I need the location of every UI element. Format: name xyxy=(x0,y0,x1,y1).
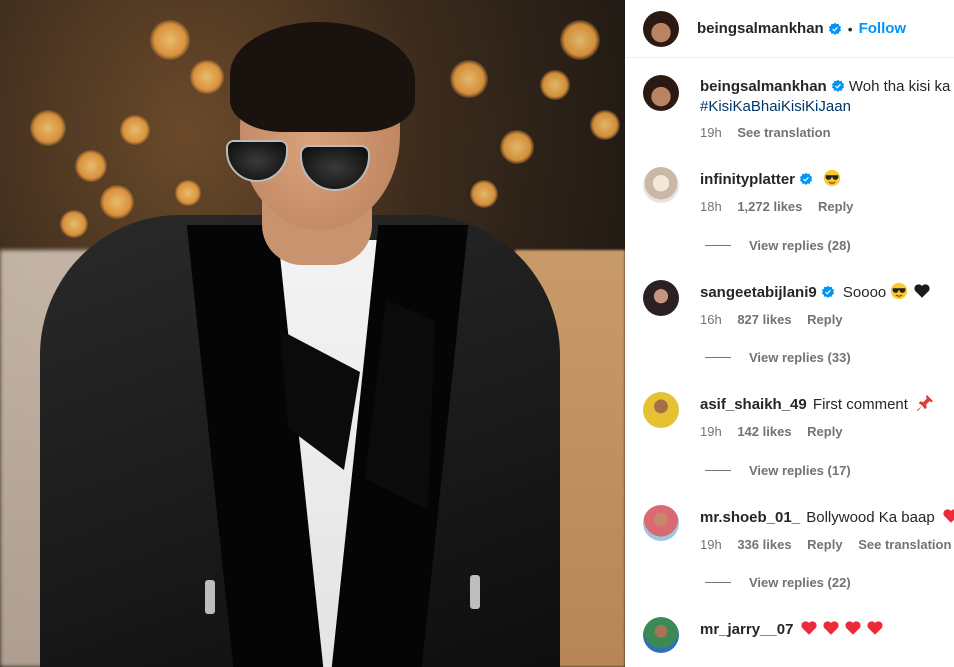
view-replies-button[interactable]: View replies (17) xyxy=(705,463,851,478)
replies-rule xyxy=(705,357,731,358)
comment-username[interactable]: mr_jarry__07 xyxy=(700,621,793,638)
follow-button[interactable]: Follow xyxy=(859,20,907,37)
comment-time[interactable]: 19h xyxy=(700,537,722,552)
view-replies-label[interactable]: View replies (33) xyxy=(749,350,851,365)
replies-rule xyxy=(705,470,731,471)
comment-likes[interactable]: 336 likes xyxy=(737,537,791,552)
red-heart-emoji-icon xyxy=(943,509,954,523)
comment-time[interactable]: 19h xyxy=(700,424,722,439)
comment-text: Soooo xyxy=(842,284,887,301)
post-photo[interactable] xyxy=(0,0,625,667)
caption-text: Woh tha kisi ka xyxy=(848,78,951,95)
caption-username[interactable]: beingsalmankhan xyxy=(700,78,827,95)
red-heart-emoji-icon xyxy=(845,621,861,635)
post-header: beingsalmankhan • Follow xyxy=(625,0,954,58)
comment-text: First comment xyxy=(812,396,908,413)
comment-username[interactable]: asif_shaikh_49 xyxy=(700,396,807,413)
comment-time[interactable]: 18h xyxy=(700,199,722,214)
comment-username[interactable]: mr.shoeb_01_ xyxy=(700,509,800,526)
red-heart-emoji-icon xyxy=(823,621,839,635)
comment-likes[interactable]: 1,272 likes xyxy=(737,199,802,214)
view-replies-label[interactable]: View replies (28) xyxy=(749,238,851,253)
avatar[interactable] xyxy=(643,280,679,316)
pushpin-emoji-icon xyxy=(917,394,934,412)
comment-text: Bollywood Ka baap xyxy=(806,509,935,526)
view-replies-label[interactable]: View replies (22) xyxy=(749,575,851,590)
replies-rule xyxy=(705,245,731,246)
avatar[interactable] xyxy=(643,392,679,428)
verified-badge-icon xyxy=(831,79,844,92)
view-replies-label[interactable]: View replies (17) xyxy=(749,463,851,478)
see-translation-button[interactable]: See translation xyxy=(858,537,951,552)
caption-hashtag[interactable]: #KisiKaBhaiKisiKiJaan xyxy=(700,97,954,117)
verified-badge-icon xyxy=(828,22,841,35)
reply-button[interactable]: Reply xyxy=(807,424,842,439)
avatar[interactable] xyxy=(643,75,679,111)
black-heart-emoji-icon xyxy=(914,284,930,298)
comment-likes[interactable]: 142 likes xyxy=(737,424,791,439)
view-replies-button[interactable]: View replies (28) xyxy=(705,238,851,253)
view-replies-button[interactable]: View replies (33) xyxy=(705,350,851,365)
reply-button[interactable]: Reply xyxy=(818,199,853,214)
verified-badge-icon xyxy=(799,172,813,185)
red-heart-emoji-icon xyxy=(801,621,817,635)
reply-button[interactable]: Reply xyxy=(807,312,842,327)
comment-likes[interactable]: 827 likes xyxy=(737,312,791,327)
comment-time[interactable]: 16h xyxy=(700,312,722,327)
avatar[interactable] xyxy=(643,617,679,653)
caption-time[interactable]: 19h xyxy=(700,125,722,140)
sunglasses-emoji-icon xyxy=(824,169,841,187)
avatar[interactable] xyxy=(643,167,679,203)
comment-username[interactable]: sangeetabijlani9 xyxy=(700,284,817,301)
separator-dot: • xyxy=(847,20,853,37)
sunglasses-emoji-icon xyxy=(891,282,908,300)
header-username[interactable]: beingsalmankhan xyxy=(697,20,824,37)
replies-rule xyxy=(705,582,731,583)
reply-button[interactable]: Reply xyxy=(807,537,842,552)
see-translation-button[interactable]: See translation xyxy=(737,125,830,140)
comment-username[interactable]: infinityplatter xyxy=(700,171,795,188)
avatar[interactable] xyxy=(643,505,679,541)
avatar[interactable] xyxy=(643,10,679,47)
red-heart-emoji-icon xyxy=(867,621,883,635)
verified-badge-icon xyxy=(821,285,834,298)
comments-panel: beingsalmankhan • Follow beingsalmankhan… xyxy=(625,0,954,667)
view-replies-button[interactable]: View replies (22) xyxy=(705,575,851,590)
